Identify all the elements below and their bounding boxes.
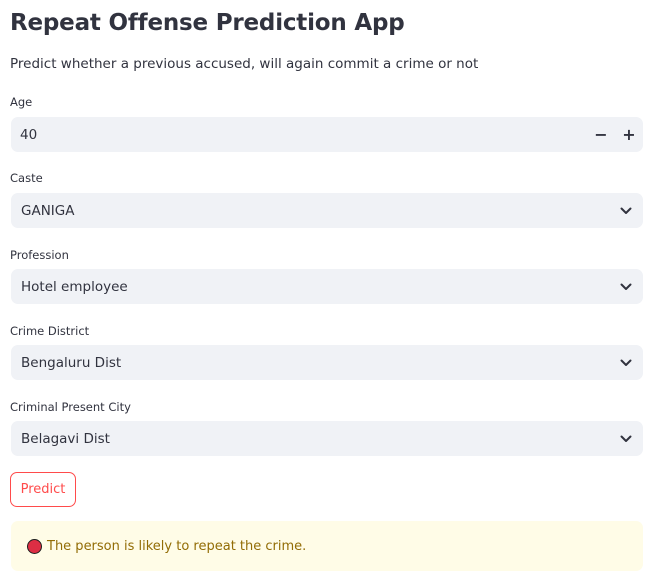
caste-select[interactable]: GANIGA	[11, 193, 643, 228]
chevron-down-icon[interactable]	[609, 345, 643, 380]
profession-label: Profession	[10, 248, 69, 262]
crime-district-label: Crime District	[10, 324, 90, 338]
chevron-down-icon[interactable]	[609, 269, 643, 304]
age-increment-button[interactable]: +	[615, 117, 643, 152]
page-subtitle: Predict whether a previous accused, will…	[10, 56, 479, 72]
age-value[interactable]: 40	[11, 127, 587, 143]
red-circle-icon	[27, 538, 42, 554]
profession-value: Hotel employee	[21, 278, 128, 295]
crime-district-select[interactable]: Bengaluru Dist	[11, 345, 643, 380]
age-decrement-button[interactable]: −	[587, 117, 615, 152]
crime-district-value: Bengaluru Dist	[21, 354, 122, 371]
prediction-result-text: The person is likely to repeat the crime…	[47, 538, 307, 554]
age-label: Age	[10, 95, 33, 109]
age-number-input[interactable]: 40 − +	[11, 117, 643, 152]
chevron-down-icon[interactable]	[609, 193, 643, 228]
present-city-value: Belagavi Dist	[21, 430, 110, 447]
profession-select[interactable]: Hotel employee	[11, 269, 643, 304]
present-city-select[interactable]: Belagavi Dist	[11, 421, 643, 456]
prediction-result-alert: The person is likely to repeat the crime…	[11, 521, 643, 571]
present-city-label: Criminal Present City	[10, 400, 131, 414]
caste-value: GANIGA	[21, 202, 75, 219]
page-title: Repeat Offense Prediction App	[10, 10, 405, 36]
caste-label: Caste	[10, 171, 43, 185]
predict-button[interactable]: Predict	[10, 472, 76, 507]
chevron-down-icon[interactable]	[609, 421, 643, 456]
